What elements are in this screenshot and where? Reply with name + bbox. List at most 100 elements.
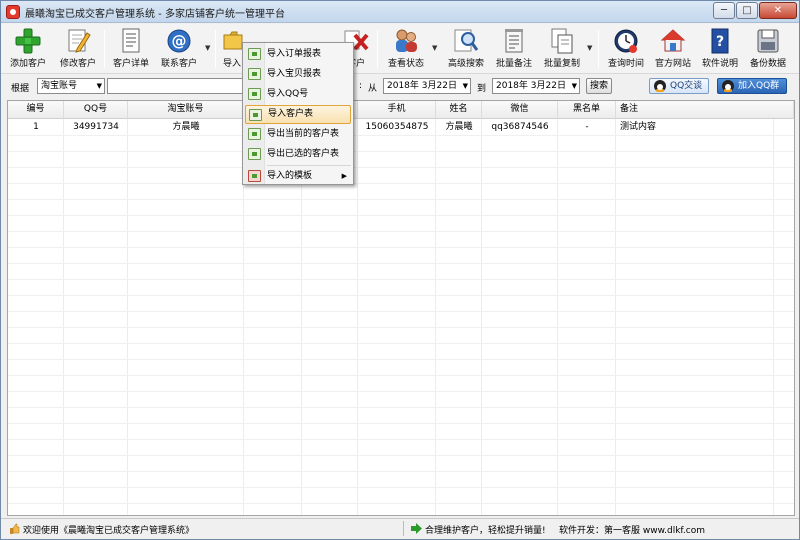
menu-item-import-template[interactable]: 导入的模板 ▶ — [245, 167, 351, 186]
import-sheet-icon — [248, 68, 261, 80]
clock-icon — [614, 29, 638, 53]
toolbar-separator — [215, 30, 216, 68]
column-header-name[interactable]: 姓名 — [436, 101, 482, 119]
column-header-wechat[interactable]: 微信 — [482, 101, 558, 119]
menu-item-label: 导入客户表 — [268, 109, 314, 119]
customer-table[interactable]: 编号 QQ号 淘宝账号 手机 姓名 微信 黑名单 备注 1 34991734 方… — [7, 100, 795, 516]
cell-phone: 15060354875 — [365, 122, 429, 132]
grid-line — [8, 263, 794, 264]
grid-line — [8, 487, 794, 488]
search-magnifier-icon — [454, 29, 479, 52]
customer-detail-button[interactable]: 客户详单 — [109, 27, 153, 71]
edit-customer-button[interactable]: 修改客户 — [55, 27, 101, 71]
backup-data-label: 备份数据 — [749, 59, 786, 69]
grid-line — [8, 295, 794, 296]
menu-item-import-customers[interactable]: 导入客户表 — [245, 105, 351, 124]
grid-line — [8, 343, 794, 344]
minimize-button[interactable]: ─ — [713, 2, 735, 19]
chevron-down-icon: ▼ — [462, 82, 468, 90]
cell-taobao: 方晨曦 — [172, 122, 200, 132]
edit-customer-label: 修改客户 — [59, 59, 96, 69]
menu-item-import-products[interactable]: 导入宝贝报表 — [245, 65, 351, 84]
advanced-search-label: 高级搜索 — [447, 59, 484, 69]
add-customer-button[interactable]: 添加客户 — [5, 27, 51, 71]
grid-line — [8, 151, 794, 152]
close-button[interactable]: ✕ — [759, 2, 797, 19]
grid-line — [8, 359, 794, 360]
import-label: 导入 — [222, 59, 241, 69]
column-header-qq[interactable]: QQ号 — [64, 101, 128, 119]
grid-line — [8, 391, 794, 392]
search-keyword-input[interactable] — [107, 78, 245, 94]
contact-customer-label: 联系客户 — [160, 59, 197, 69]
status-welcome: 欢迎使用《晨曦淘宝已成交客户管理系统》 — [23, 526, 195, 536]
menu-item-import-qq[interactable]: 导入QQ号 — [245, 85, 351, 104]
qq-chat-button[interactable]: QQ交谈 — [649, 78, 709, 94]
status-divider — [403, 521, 404, 536]
menu-item-export-selected[interactable]: 导出已选的客户表 — [245, 145, 351, 164]
grid-line — [8, 199, 794, 200]
date-to-picker[interactable]: 2018年 3月22日 ▼ — [492, 78, 580, 94]
cell-id: 1 — [33, 122, 39, 132]
date-to-value: 2018年 3月22日 — [496, 81, 566, 91]
status-dropdown-icon[interactable]: ▼ — [432, 44, 437, 52]
column-header-id[interactable]: 编号 — [8, 101, 64, 119]
join-qq-group-label: 加入QQ群 — [738, 81, 780, 91]
batch-note-label: 批量备注 — [495, 59, 532, 69]
export-sheet-icon — [248, 148, 261, 160]
menu-separator — [267, 165, 351, 166]
column-header-taobao[interactable]: 淘宝账号 — [128, 101, 244, 119]
table-body: 1 34991734 方晨曦 15060354875 方晨曦 qq3687454… — [8, 119, 794, 515]
save-disk-icon — [757, 29, 779, 53]
title-bar: 晨曦淘宝已成交客户管理系统 - 多家店铺客户统一管理平台 ─ □ ✕ — [1, 1, 799, 23]
grid-line — [8, 407, 794, 408]
date-to-label: 到 — [477, 84, 487, 94]
grid-line — [8, 247, 794, 248]
table-row[interactable]: 1 34991734 方晨曦 15060354875 方晨曦 qq3687454… — [8, 119, 794, 135]
menu-item-label: 导入宝贝报表 — [267, 69, 322, 79]
software-help-label: 软件说明 — [701, 59, 738, 69]
svg-text:@: @ — [172, 32, 187, 50]
contact-customer-button[interactable]: @ 联系客户 — [157, 27, 201, 71]
batch-note-button[interactable]: 批量备注 — [491, 27, 537, 71]
grid-line — [8, 439, 794, 440]
column-header-note[interactable]: 备注 — [616, 101, 794, 119]
import-export-menu: 导入订单报表 导入宝贝报表 导入QQ号 导入客户表 导出当前的客户表 导出已选的… — [242, 42, 354, 185]
menu-item-import-orders[interactable]: 导入订单报表 — [245, 45, 351, 64]
search-button[interactable]: 搜索 — [586, 78, 612, 94]
column-header-phone[interactable]: 手机 — [358, 101, 436, 119]
grid-line — [8, 327, 794, 328]
batch-note-icon — [505, 29, 523, 53]
menu-item-export-current[interactable]: 导出当前的客户表 — [245, 125, 351, 144]
official-site-button[interactable]: 官方网站 — [651, 27, 695, 71]
column-header-blacklist[interactable]: 黑名单 — [558, 101, 616, 119]
query-time-button[interactable]: 查询时间 — [603, 27, 649, 71]
search-field-select[interactable]: 淘宝账号 ▼ — [37, 78, 105, 94]
date-from-picker[interactable]: 2018年 3月22日 ▼ — [383, 78, 471, 94]
add-customer-label: 添加客户 — [9, 59, 46, 69]
view-status-button[interactable]: 查看状态 — [383, 27, 429, 71]
import-sheet-icon — [249, 109, 262, 121]
arrow-right-icon — [411, 523, 422, 534]
customer-detail-label: 客户详单 — [112, 59, 149, 69]
copy-dropdown-icon[interactable]: ▼ — [587, 44, 592, 52]
status-developer[interactable]: 软件开发：第一客服 www.dlkf.com — [559, 523, 705, 536]
help-book-icon: ? — [711, 28, 729, 54]
software-help-button[interactable]: ? 软件说明 — [697, 27, 743, 71]
maximize-button[interactable]: □ — [736, 2, 758, 19]
status-bar: 欢迎使用《晨曦淘宝已成交客户管理系统》 合理维护客户，轻松提升销量! 软件开发：… — [1, 518, 799, 539]
contact-dropdown-icon[interactable]: ▼ — [205, 44, 210, 52]
backup-data-button[interactable]: 备份数据 — [745, 27, 791, 71]
join-qq-group-button[interactable]: 加入QQ群 — [717, 78, 787, 94]
advanced-search-button[interactable]: 高级搜索 — [443, 27, 489, 71]
thumbs-up-icon — [10, 523, 20, 534]
batch-copy-button[interactable]: 批量复制 — [539, 27, 585, 71]
menu-item-label: 导出已选的客户表 — [267, 149, 340, 159]
window-title: 晨曦淘宝已成交客户管理系统 - 多家店铺客户统一管理平台 — [25, 9, 285, 20]
status-slogan: 合理维护客户，轻松提升销量! — [425, 526, 546, 536]
detail-list-icon — [122, 28, 140, 53]
query-time-label: 查询时间 — [607, 59, 644, 69]
chevron-down-icon: ▼ — [96, 82, 102, 90]
menu-item-label: 导入订单报表 — [267, 49, 322, 59]
import-export-button[interactable]: 导入 — [221, 27, 243, 71]
